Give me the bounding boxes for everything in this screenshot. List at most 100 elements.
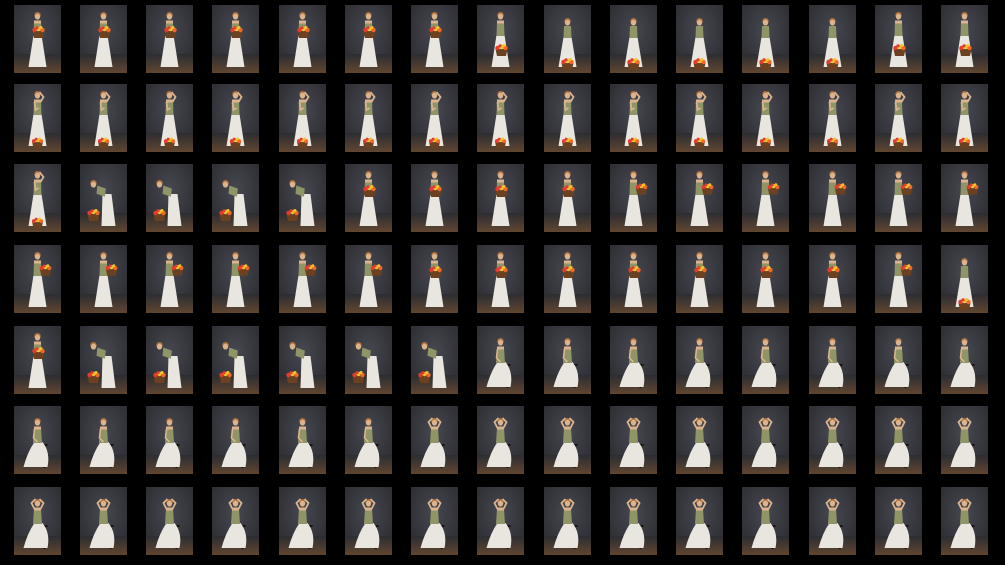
photo-thumbnail[interactable] xyxy=(80,245,127,313)
photo-thumbnail[interactable] xyxy=(941,164,988,232)
photo-thumbnail[interactable] xyxy=(345,406,392,474)
photo-thumbnail[interactable] xyxy=(146,5,193,73)
photo-thumbnail[interactable] xyxy=(14,5,61,73)
photo-thumbnail[interactable] xyxy=(14,84,61,152)
photo-thumbnail[interactable] xyxy=(544,164,591,232)
photo-thumbnail[interactable] xyxy=(809,5,856,73)
photo-thumbnail[interactable] xyxy=(875,84,922,152)
photo-thumbnail[interactable] xyxy=(212,245,259,313)
photo-thumbnail[interactable] xyxy=(742,487,789,555)
photo-thumbnail[interactable] xyxy=(212,406,259,474)
photo-thumbnail[interactable] xyxy=(80,406,127,474)
photo-thumbnail[interactable] xyxy=(676,245,723,313)
photo-thumbnail[interactable] xyxy=(742,326,789,394)
photo-thumbnail[interactable] xyxy=(477,326,524,394)
photo-thumbnail[interactable] xyxy=(875,406,922,474)
photo-thumbnail[interactable] xyxy=(610,487,657,555)
photo-thumbnail[interactable] xyxy=(742,84,789,152)
photo-thumbnail[interactable] xyxy=(212,487,259,555)
photo-thumbnail[interactable] xyxy=(477,5,524,73)
photo-thumbnail[interactable] xyxy=(345,84,392,152)
photo-thumbnail[interactable] xyxy=(941,245,988,313)
photo-thumbnail[interactable] xyxy=(941,5,988,73)
photo-thumbnail[interactable] xyxy=(80,164,127,232)
photo-thumbnail[interactable] xyxy=(279,487,326,555)
photo-thumbnail[interactable] xyxy=(14,164,61,232)
photo-thumbnail[interactable] xyxy=(279,245,326,313)
photo-thumbnail[interactable] xyxy=(610,326,657,394)
photo-thumbnail[interactable] xyxy=(809,326,856,394)
photo-thumbnail[interactable] xyxy=(14,406,61,474)
photo-thumbnail[interactable] xyxy=(345,326,392,394)
photo-thumbnail[interactable] xyxy=(80,487,127,555)
photo-thumbnail[interactable] xyxy=(610,245,657,313)
photo-thumbnail[interactable] xyxy=(14,245,61,313)
photo-thumbnail[interactable] xyxy=(809,164,856,232)
photo-thumbnail[interactable] xyxy=(279,84,326,152)
photo-thumbnail[interactable] xyxy=(411,487,458,555)
photo-thumbnail[interactable] xyxy=(345,487,392,555)
photo-thumbnail[interactable] xyxy=(742,245,789,313)
photo-thumbnail[interactable] xyxy=(809,406,856,474)
photo-thumbnail[interactable] xyxy=(610,406,657,474)
photo-thumbnail[interactable] xyxy=(411,164,458,232)
photo-thumbnail[interactable] xyxy=(941,406,988,474)
photo-thumbnail[interactable] xyxy=(742,164,789,232)
photo-thumbnail[interactable] xyxy=(477,245,524,313)
photo-thumbnail[interactable] xyxy=(610,5,657,73)
photo-thumbnail[interactable] xyxy=(676,84,723,152)
photo-thumbnail[interactable] xyxy=(212,164,259,232)
photo-thumbnail[interactable] xyxy=(411,406,458,474)
photo-thumbnail[interactable] xyxy=(279,406,326,474)
photo-thumbnail[interactable] xyxy=(80,5,127,73)
photo-thumbnail[interactable] xyxy=(279,5,326,73)
photo-thumbnail[interactable] xyxy=(477,164,524,232)
photo-thumbnail[interactable] xyxy=(610,84,657,152)
photo-thumbnail[interactable] xyxy=(477,487,524,555)
photo-thumbnail[interactable] xyxy=(279,326,326,394)
photo-thumbnail[interactable] xyxy=(14,326,61,394)
photo-thumbnail[interactable] xyxy=(941,326,988,394)
photo-thumbnail[interactable] xyxy=(411,245,458,313)
photo-thumbnail[interactable] xyxy=(80,84,127,152)
photo-thumbnail[interactable] xyxy=(345,5,392,73)
photo-thumbnail[interactable] xyxy=(146,164,193,232)
photo-thumbnail[interactable] xyxy=(742,5,789,73)
photo-thumbnail[interactable] xyxy=(477,406,524,474)
photo-thumbnail[interactable] xyxy=(742,406,789,474)
photo-thumbnail[interactable] xyxy=(14,487,61,555)
photo-thumbnail[interactable] xyxy=(875,487,922,555)
photo-thumbnail[interactable] xyxy=(212,5,259,73)
photo-thumbnail[interactable] xyxy=(544,5,591,73)
photo-thumbnail[interactable] xyxy=(676,487,723,555)
photo-thumbnail[interactable] xyxy=(544,326,591,394)
photo-thumbnail[interactable] xyxy=(345,245,392,313)
photo-thumbnail[interactable] xyxy=(411,326,458,394)
photo-thumbnail[interactable] xyxy=(676,406,723,474)
photo-thumbnail[interactable] xyxy=(544,406,591,474)
photo-thumbnail[interactable] xyxy=(676,164,723,232)
photo-thumbnail[interactable] xyxy=(610,164,657,232)
photo-thumbnail[interactable] xyxy=(941,84,988,152)
photo-thumbnail[interactable] xyxy=(941,487,988,555)
photo-thumbnail[interactable] xyxy=(809,245,856,313)
photo-thumbnail[interactable] xyxy=(676,5,723,73)
photo-thumbnail[interactable] xyxy=(411,84,458,152)
photo-thumbnail[interactable] xyxy=(676,326,723,394)
photo-thumbnail[interactable] xyxy=(146,487,193,555)
photo-thumbnail[interactable] xyxy=(809,84,856,152)
photo-thumbnail[interactable] xyxy=(875,5,922,73)
photo-thumbnail[interactable] xyxy=(875,326,922,394)
photo-thumbnail[interactable] xyxy=(544,84,591,152)
photo-thumbnail[interactable] xyxy=(146,326,193,394)
photo-thumbnail[interactable] xyxy=(477,84,524,152)
photo-thumbnail[interactable] xyxy=(279,164,326,232)
photo-thumbnail[interactable] xyxy=(212,84,259,152)
photo-thumbnail[interactable] xyxy=(809,487,856,555)
photo-thumbnail[interactable] xyxy=(146,406,193,474)
photo-thumbnail[interactable] xyxy=(544,487,591,555)
photo-thumbnail[interactable] xyxy=(212,326,259,394)
photo-thumbnail[interactable] xyxy=(411,5,458,73)
photo-thumbnail[interactable] xyxy=(544,245,591,313)
photo-thumbnail[interactable] xyxy=(345,164,392,232)
